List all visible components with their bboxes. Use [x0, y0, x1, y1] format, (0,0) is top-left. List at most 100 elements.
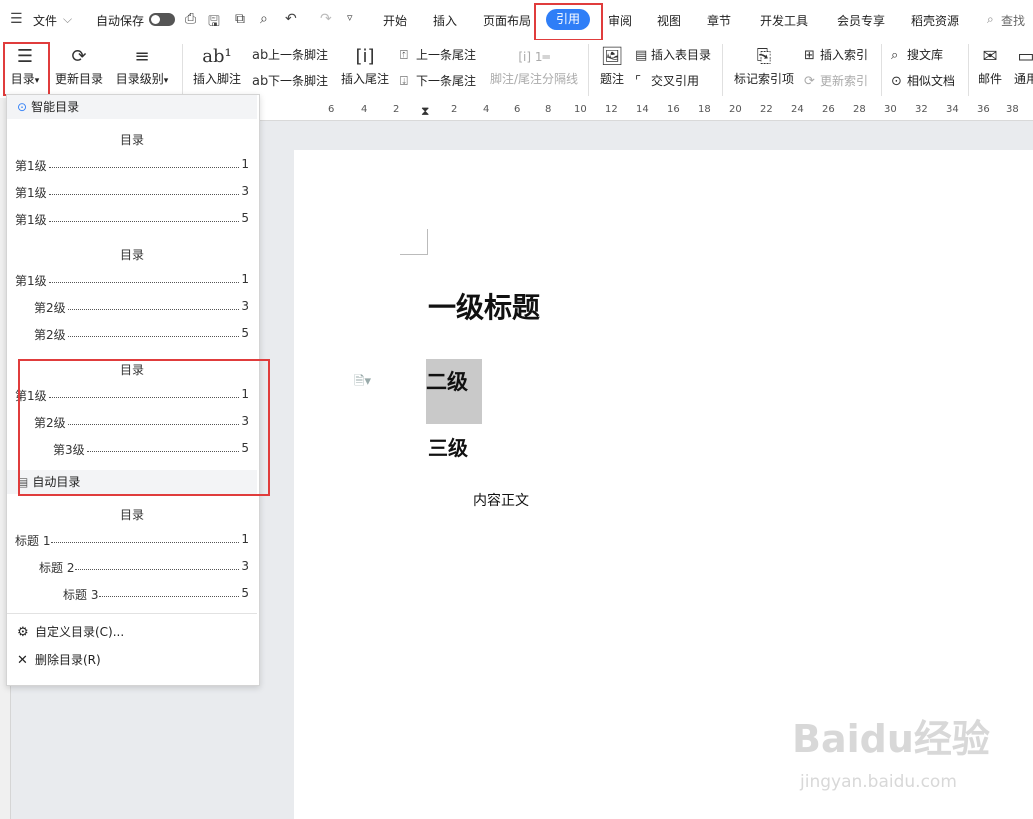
preview-icon[interactable]: ⌕ [260, 11, 268, 27]
heading-level-2[interactable]: 二级 [426, 359, 482, 424]
refresh-doc-icon: ⟳ [71, 46, 87, 67]
tab-member[interactable]: 会员专享 [837, 12, 885, 29]
toc-line: 标题 23 [39, 559, 249, 575]
heading-level-1[interactable]: 一级标题 [428, 286, 540, 326]
toc-title: 目录 [119, 508, 144, 522]
tab-review[interactable]: 审阅 [608, 12, 632, 29]
update-index-button[interactable]: ⟳ 更新索引 [804, 72, 868, 89]
toc-line: 第1级 1 [15, 272, 249, 288]
save-icon[interactable]: 🖫 [208, 11, 220, 35]
ruler-mark: 36 [977, 104, 990, 115]
horizontal-ruler[interactable]: 6 4 2 ⧗ 2 4 6 8 10 12 14 16 18 20 22 24 … [258, 98, 1033, 121]
ruler-mark: 24 [791, 104, 804, 115]
tab-developer[interactable]: 开发工具 [760, 12, 808, 29]
next-footnote-button[interactable]: ab下一条脚注 [252, 72, 328, 89]
ruler-mark: 32 [915, 104, 928, 115]
toc-template-2[interactable]: 目录 第1级 1 第2级 3 第2级 5 [7, 240, 257, 348]
insert-endnote-button[interactable]: [i] 插入尾注 [341, 44, 389, 87]
toc-line: 第1级 1 [15, 157, 249, 173]
search-library-button[interactable]: ⌕ 搜文库 [891, 46, 943, 63]
tab-insert[interactable]: 插入 [433, 12, 457, 29]
ruler-mark: 34 [946, 104, 959, 115]
redo-icon[interactable]: ↷ [320, 11, 332, 27]
table-toc-icon: ▤ [635, 48, 648, 63]
ruler-mark: 20 [729, 104, 742, 115]
more-icon[interactable]: ▿ [347, 11, 353, 24]
update-index-icon: ⟳ [804, 74, 815, 89]
prev-endnote-button[interactable]: ⍐ 上一条尾注 [400, 46, 476, 63]
watermark-url: jingyan.baidu.com [800, 772, 957, 792]
mark-index-icon: ⎘ [756, 46, 772, 67]
prev-footnote-button[interactable]: ab上一条脚注 [252, 46, 328, 63]
delete-toc-item[interactable]: ✕ 删除目录(R) [17, 651, 101, 668]
toc-line: 第1级 3 [15, 184, 249, 200]
ribbon-divider [881, 44, 882, 96]
search-label[interactable]: 查找 [1001, 12, 1025, 29]
heading-level-3[interactable]: 三级 [428, 432, 468, 461]
ruler-mark: 8 [545, 104, 552, 115]
ruler-mark: 6 [328, 104, 335, 115]
search-icon[interactable]: ⌕ [987, 12, 994, 27]
file-menu[interactable]: 文件 [33, 12, 57, 29]
smart-toc-header: ⊙ 智能目录 [7, 95, 257, 119]
autosave-toggle[interactable] [149, 13, 175, 26]
cross-reference-button[interactable]: ⌜ 交叉引用 [635, 72, 699, 89]
mail-button[interactable]: ✉ 邮件 [976, 44, 1004, 87]
ruler-mark: 38 [1006, 104, 1019, 115]
mail-icon: ✉ [982, 46, 998, 67]
ruler-mark: 4 [483, 104, 490, 115]
tab-chapter[interactable]: 章节 [707, 12, 731, 29]
toc-template-1[interactable]: 目录 第1级 1 第1级 3 第1级 5 [7, 125, 257, 233]
ruler-mark: 10 [574, 104, 587, 115]
print-icon[interactable]: ⎙ [185, 11, 196, 27]
search-doc-icon: ⌕ [891, 48, 899, 63]
toc-level-button[interactable]: ≡ 目录级别▾ [113, 44, 171, 87]
similar-docs-button[interactable]: ⊙ 相似文档 [891, 72, 955, 89]
delete-toc-icon: ✕ [17, 653, 28, 668]
update-toc-button[interactable]: ⟳ 更新目录 [55, 44, 103, 87]
paragraph-menu-icon[interactable]: 🗎▾ [354, 372, 371, 394]
body-text[interactable]: 内容正文 [473, 490, 529, 510]
caption-button[interactable]: 🖼 题注 [598, 44, 626, 87]
caption-icon: 🖼 [600, 46, 624, 67]
next-endnote-icon: ⍗ [400, 74, 408, 89]
ruler-mark: 4 [361, 104, 368, 115]
undo-icon[interactable]: ↶ [285, 11, 297, 27]
toc-template-auto[interactable]: 目录 标题 11 标题 23 标题 35 [7, 500, 257, 608]
insert-footnote-button[interactable]: ab¹ 插入脚注 [192, 44, 242, 87]
ruler-mark: 12 [605, 104, 618, 115]
template-highlight-box [18, 359, 270, 496]
ribbon-divider [722, 44, 723, 96]
mark-index-button[interactable]: ⎘ 标记索引项 [733, 44, 795, 87]
insert-table-toc-button[interactable]: ▤ 插入表目录 [635, 46, 711, 63]
top-menu-bar: ☰ 文件 ⌵ 自动保存 ⎙ 🖫 ⧉ ⌕ ↶ ↷ ▿ 开始 插入 页面布局 引用 … [0, 0, 1033, 40]
ruler-mark: 30 [884, 104, 897, 115]
indent-marker-icon[interactable]: ⧗ [421, 104, 429, 119]
ruler-mark: 22 [760, 104, 773, 115]
toc-title: 目录 [119, 133, 144, 147]
ruler-mark: 26 [822, 104, 835, 115]
insert-index-button[interactable]: ⊞ 插入索引 [804, 46, 868, 63]
similar-docs-icon: ⊙ [891, 74, 902, 89]
toc-line: 第2级 3 [34, 299, 249, 315]
menu-icon[interactable]: ☰ [10, 11, 23, 27]
tab-view[interactable]: 视图 [657, 12, 681, 29]
ribbon: ☰ 目录▾ ⟳ 更新目录 ≡ 目录级别▾ ab¹ 插入脚注 ab上一条脚注 ab… [0, 40, 1033, 99]
toc-line: 第1级 5 [15, 211, 249, 227]
insert-index-icon: ⊞ [804, 48, 815, 63]
generic-button[interactable]: ▭ 通用 [1012, 44, 1033, 87]
toc-line: 标题 11 [15, 532, 249, 548]
custom-toc-item[interactable]: ⚙ 自定义目录(C)... [17, 623, 124, 640]
note-separator-button[interactable]: [i] 1═ 脚注/尾注分隔线 [489, 44, 579, 87]
footnote-icon: ab¹ [202, 46, 232, 67]
custom-toc-icon: ⚙ [17, 625, 29, 640]
toc-highlight-box [3, 42, 50, 96]
export-icon[interactable]: ⧉ [235, 11, 245, 27]
ruler-mark: 18 [698, 104, 711, 115]
tab-page-layout[interactable]: 页面布局 [483, 12, 531, 29]
next-endnote-button[interactable]: ⍗ 下一条尾注 [400, 72, 476, 89]
ruler-mark: 14 [636, 104, 649, 115]
tab-daoke[interactable]: 稻壳资源 [911, 12, 959, 29]
prev-endnote-icon: ⍐ [400, 48, 408, 63]
tab-home[interactable]: 开始 [383, 12, 407, 29]
